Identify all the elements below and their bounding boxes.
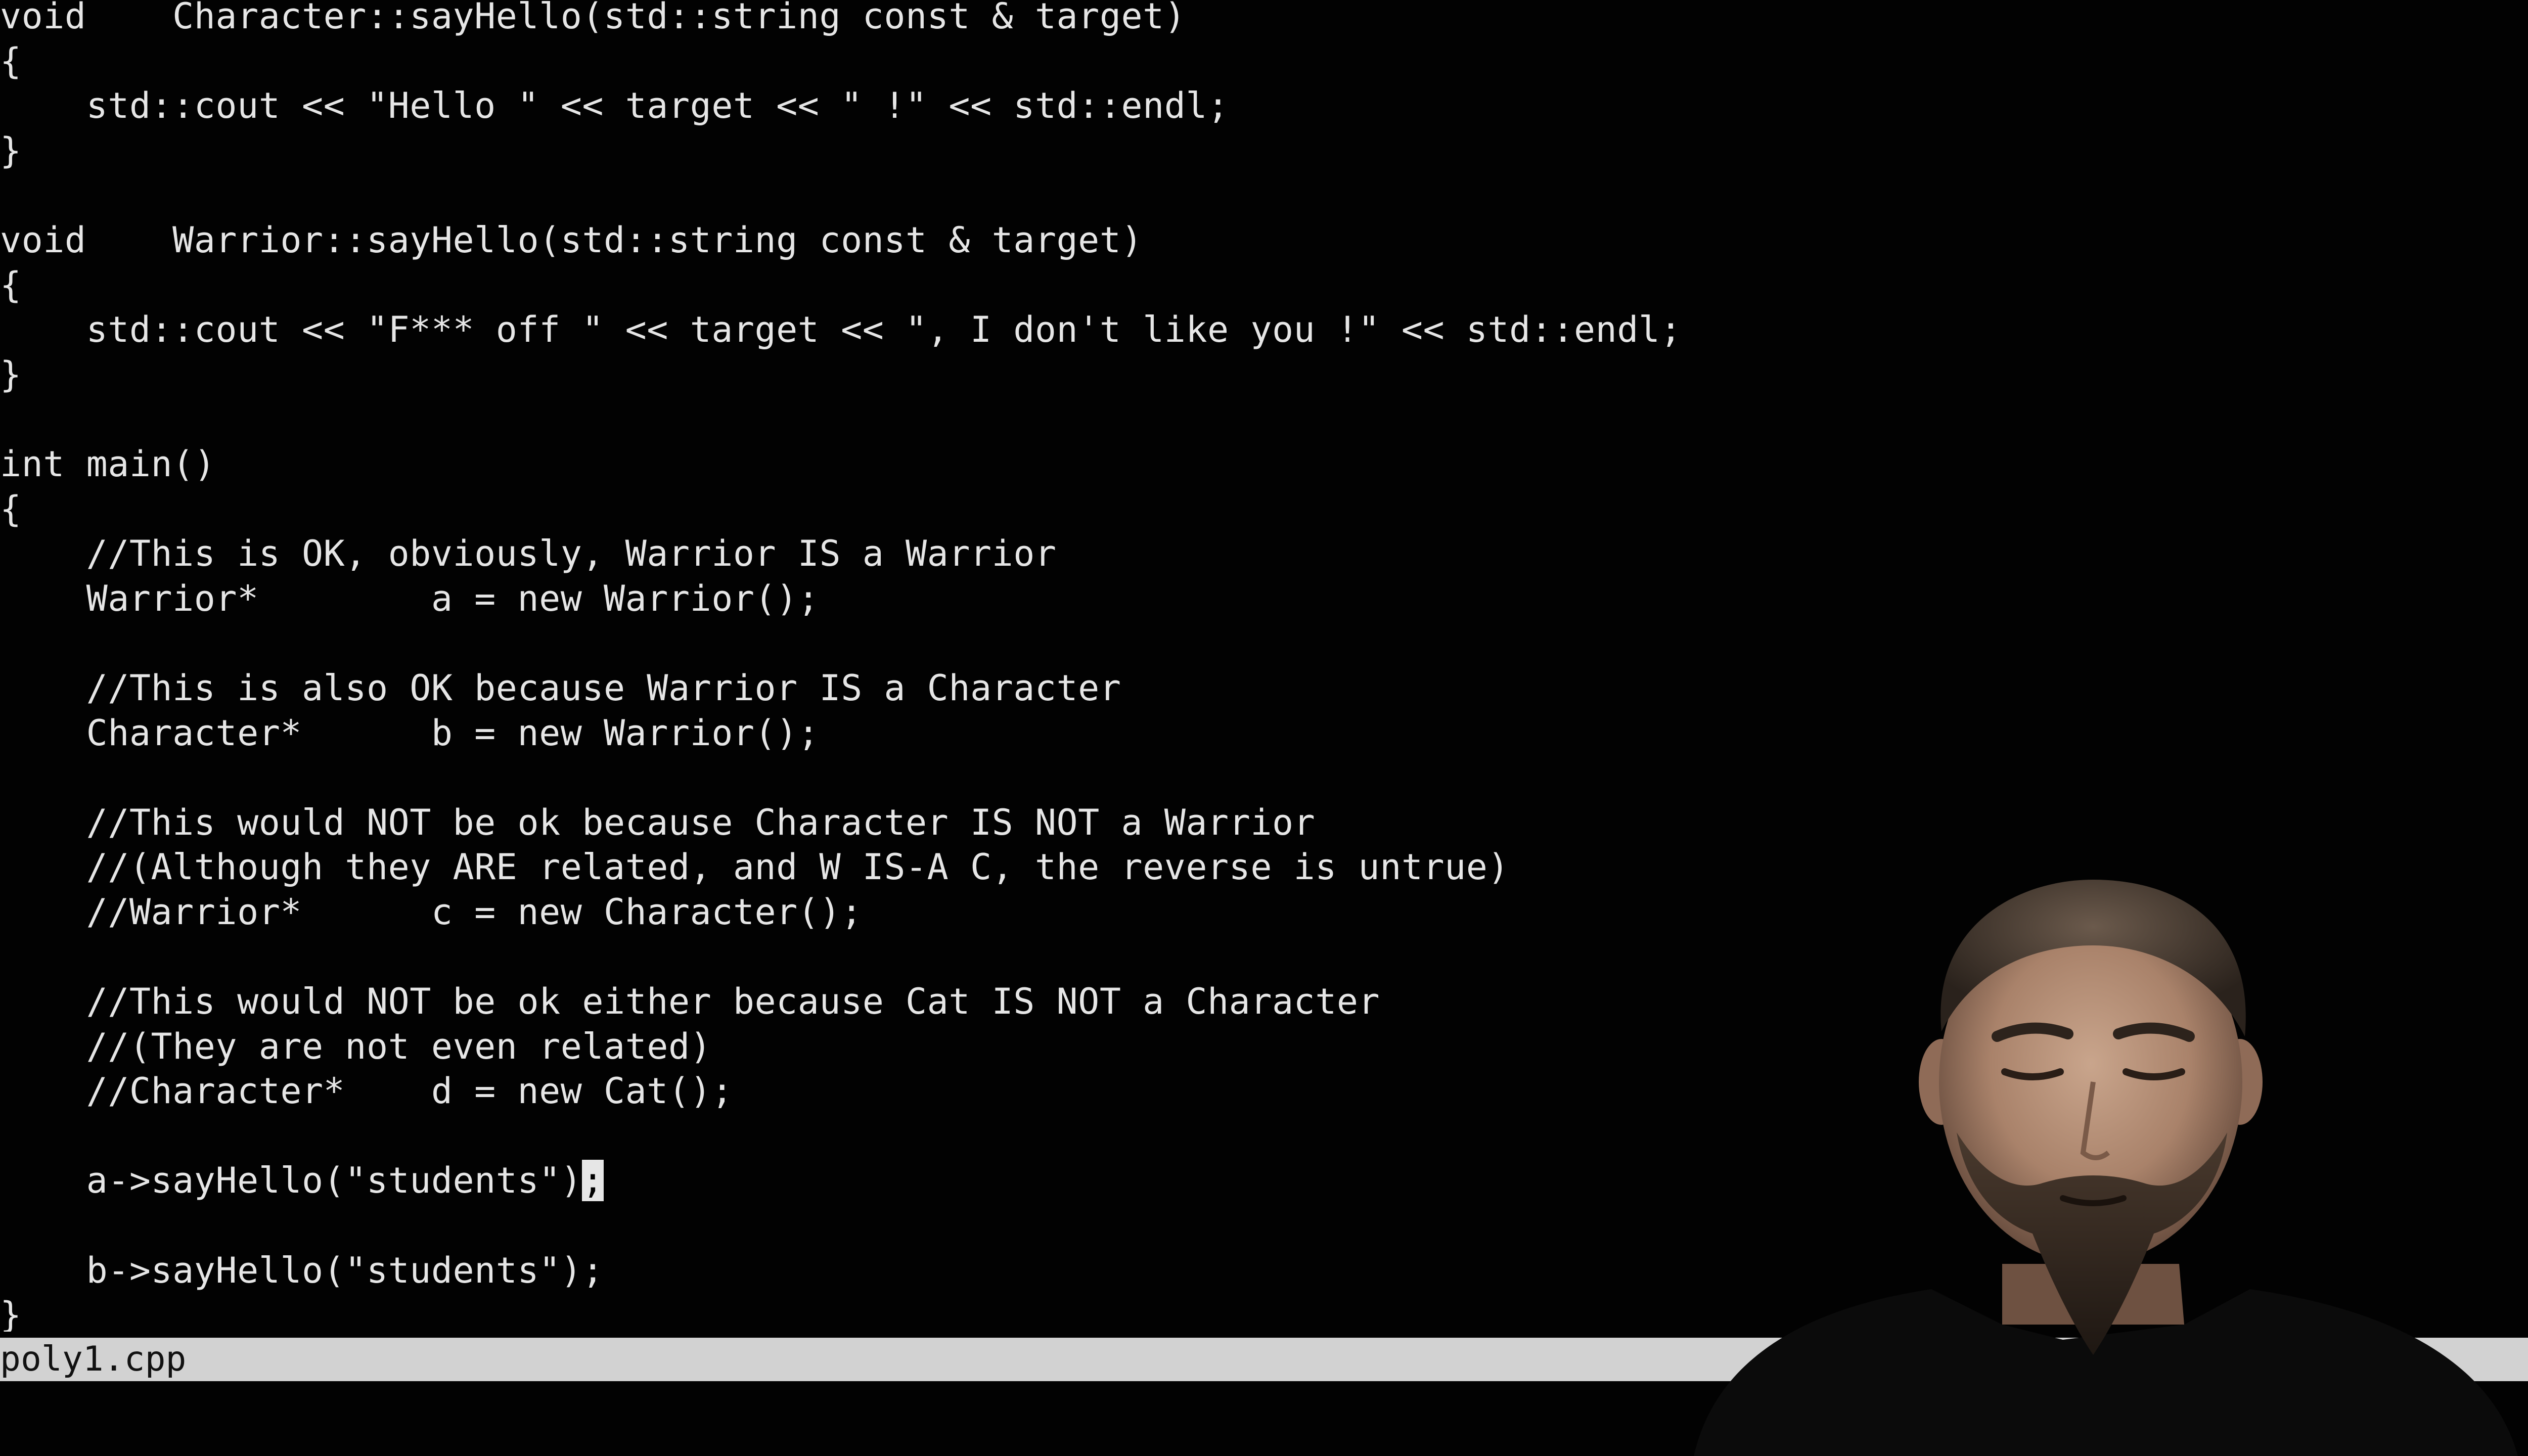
code-line: Warrior* a = new Warrior(); bbox=[0, 577, 820, 619]
code-line: void Warrior::sayHello(std::string const… bbox=[0, 219, 1143, 261]
code-line: } bbox=[0, 353, 22, 395]
code-line: } bbox=[0, 129, 22, 171]
code-line: { bbox=[0, 40, 22, 82]
code-line-text: a->sayHello("students") bbox=[0, 1160, 582, 1202]
code-line: std::cout << "Hello " << target << " !" … bbox=[0, 85, 1229, 127]
code-line: std::cout << "F*** off " << target << ",… bbox=[0, 309, 1682, 351]
code-line: { bbox=[0, 264, 22, 306]
code-line: { bbox=[0, 488, 22, 530]
terminal-window: void Character::sayHello(std::string con… bbox=[0, 0, 2528, 1456]
status-filename: poly1.cpp bbox=[0, 1339, 187, 1379]
code-line: int main() bbox=[0, 443, 216, 485]
code-line: //This would NOT be ok because Character… bbox=[0, 801, 1316, 843]
code-line: void Character::sayHello(std::string con… bbox=[0, 0, 1186, 37]
text-cursor: ; bbox=[582, 1160, 604, 1202]
presenter-webcam-overlay bbox=[1694, 880, 2518, 1456]
code-line: Character* b = new Warrior(); bbox=[0, 712, 820, 754]
code-line: //This is OK, obviously, Warrior IS a Wa… bbox=[0, 533, 1057, 575]
code-line: //This is also OK because Warrior IS a C… bbox=[0, 667, 1121, 709]
